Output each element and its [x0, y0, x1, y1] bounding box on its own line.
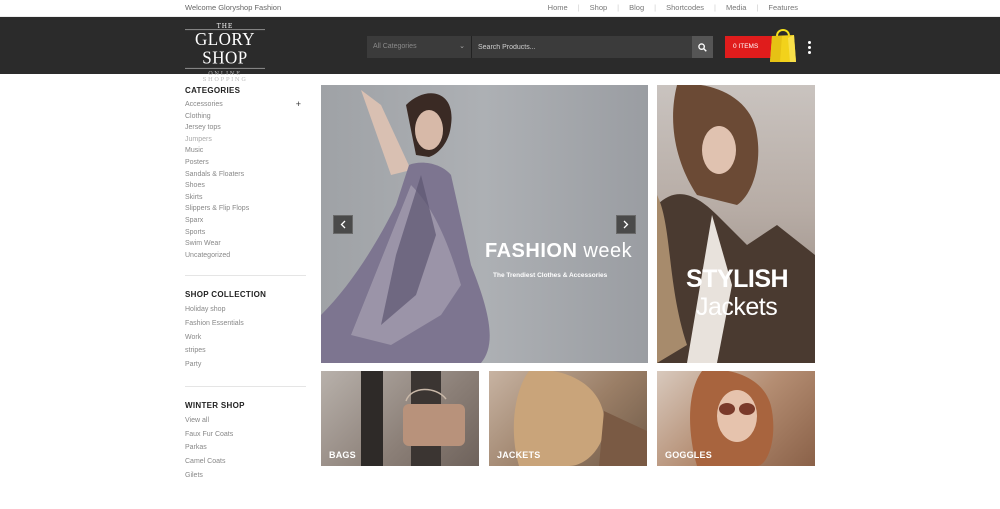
category-item[interactable]: Jumpers [185, 134, 306, 146]
nav-shop[interactable]: Shop [580, 3, 618, 12]
expand-plus-icon[interactable]: + [296, 99, 301, 111]
side-banner-line2: Jackets [696, 293, 778, 321]
category-item[interactable]: Swim Wear [185, 238, 306, 250]
jackets-label: JACKETS [497, 450, 541, 460]
category-select-value: All Categories [373, 43, 417, 50]
shop-collection-title: SHOP COLLECTION [185, 290, 267, 300]
nav-blog[interactable]: Blog [619, 3, 654, 12]
slider-next-button[interactable] [616, 215, 636, 234]
category-item[interactable]: Posters [185, 157, 306, 169]
winter-item[interactable]: Parkas [185, 441, 306, 455]
category-select[interactable]: All Categories ⌄ [367, 36, 472, 58]
logo[interactable]: THE GLORY SHOP ONLINE SHOPPING [185, 23, 265, 83]
bags-label: BAGS [329, 450, 356, 460]
header: THE GLORY SHOP ONLINE SHOPPING All Categ… [0, 17, 1000, 83]
winter-shop-list: View all Faux Fur Coats Parkas Camel Coa… [185, 414, 306, 483]
category-item[interactable]: Uncategorized [185, 250, 306, 262]
sidebar: CATEGORIES Accessories + Clothing Jersey … [185, 86, 306, 482]
category-item[interactable]: Shoes [185, 180, 306, 192]
nav-shortcodes[interactable]: Shortcodes [656, 3, 714, 12]
category-item[interactable]: Sandals & Floaters [185, 169, 306, 181]
collection-item[interactable]: Work [185, 331, 306, 345]
collection-item[interactable]: Party [185, 358, 306, 372]
winter-item[interactable]: Faux Fur Coats [185, 428, 306, 442]
nav-media[interactable]: Media [716, 3, 756, 12]
sidebar-divider [185, 275, 306, 277]
model-dress-image [321, 90, 490, 363]
slider-title: FASHION week [485, 240, 632, 263]
category-item[interactable]: Accessories + [185, 99, 306, 111]
goggles-label: GOGGLES [665, 450, 712, 460]
top-bar: Welcome Gloryshop Fashion Home | Shop | Bl… [0, 0, 1000, 17]
categories-list: Accessories + Clothing Jersey tops Jumper… [185, 99, 306, 261]
logo-name: GLORY SHOP [185, 29, 265, 69]
slider-title-bold: FASHION [485, 240, 578, 262]
category-item[interactable]: Slippers & Flip Flops [185, 203, 306, 215]
top-nav: Home | Shop | Blog | Shortcodes | Media | Fea… [538, 3, 808, 12]
search-icon [698, 42, 707, 52]
chevron-left-icon [340, 220, 346, 229]
category-item[interactable]: Music [185, 145, 306, 157]
search-input[interactable] [472, 36, 692, 58]
search-button[interactable] [692, 36, 713, 58]
collection-item[interactable]: Fashion Essentials [185, 317, 306, 331]
collection-item[interactable]: Holiday shop [185, 303, 306, 317]
nav-features[interactable]: Features [758, 3, 808, 12]
winter-shop-title: WINTER SHOP [185, 400, 245, 410]
slider-prev-button[interactable] [333, 215, 353, 234]
welcome-text: Welcome Gloryshop Fashion [185, 3, 282, 12]
cart-items-label: 0 ITEMS [733, 43, 759, 50]
collection-item[interactable]: stripes [185, 344, 306, 358]
logo-tagline: ONLINE SHOPPING [202, 71, 248, 83]
category-item[interactable]: Clothing [185, 111, 306, 123]
more-menu-icon[interactable] [806, 41, 812, 55]
slider-title-light: week [583, 240, 633, 262]
winter-item[interactable]: Camel Coats [185, 455, 306, 469]
shopping-bag-icon[interactable] [768, 26, 798, 64]
chevron-down-icon: ⌄ [459, 43, 465, 50]
sidebar-divider [185, 385, 306, 387]
categories-title: CATEGORIES [185, 86, 241, 95]
nav-home[interactable]: Home [538, 3, 578, 12]
chevron-right-icon [623, 220, 629, 229]
category-item[interactable]: Skirts [185, 192, 306, 204]
main-slider-banner[interactable] [321, 85, 648, 363]
shop-collection-list: Holiday shop Fashion Essentials Work str… [185, 303, 306, 372]
winter-item[interactable]: Gilets [185, 469, 306, 483]
winter-item[interactable]: View all [185, 414, 306, 428]
slider-subtitle: The Trendiest Clothes & Accessories [493, 272, 608, 279]
category-item[interactable]: Sparx [185, 215, 306, 227]
search-bar: All Categories ⌄ [367, 36, 713, 58]
side-banner-line1: STYLISH [686, 265, 789, 293]
category-item[interactable]: Sports [185, 227, 306, 239]
category-item[interactable]: Jersey tops [185, 122, 306, 134]
